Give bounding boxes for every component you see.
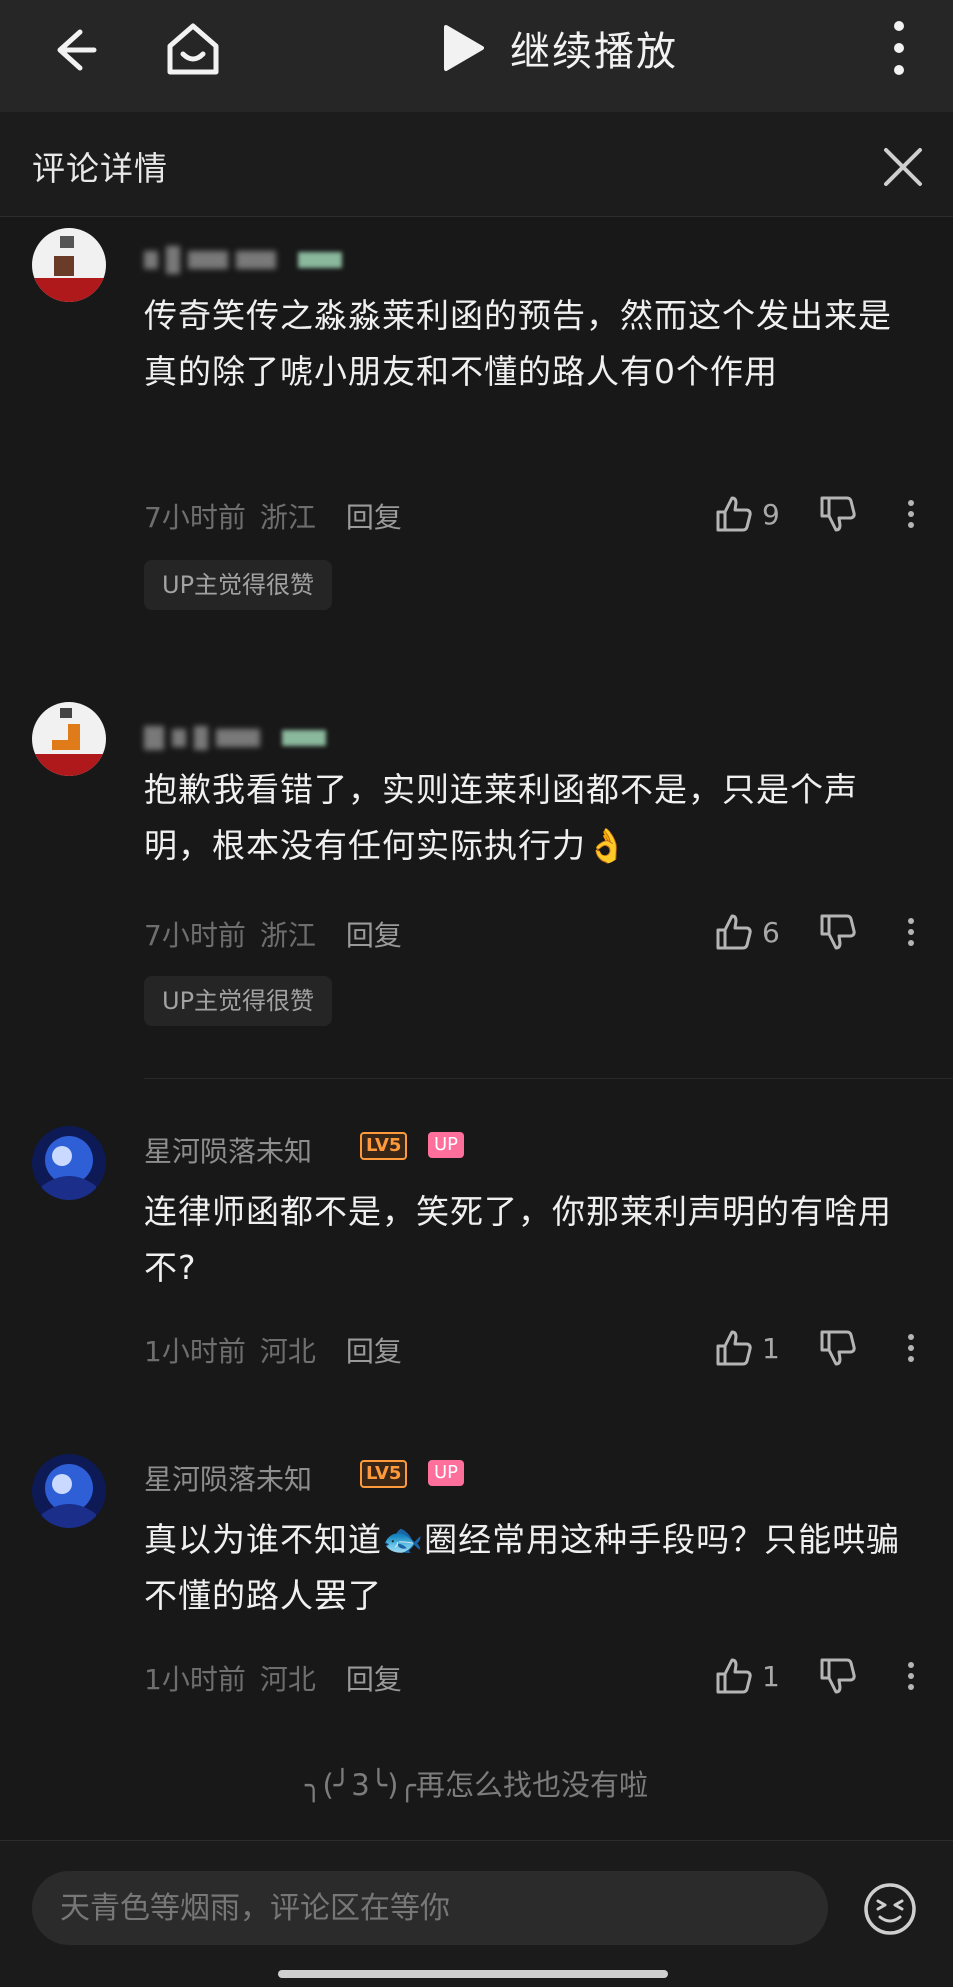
comment-location: 河北 (259, 1663, 316, 1696)
reply-button[interactable]: 回复 (346, 496, 402, 536)
comment-item: 抱歉我看错了，实则连莱利函都不是，只是个声明，根本没有任何实际执行力👌 7小时前… (0, 690, 953, 1080)
comment-more-icon[interactable] (906, 917, 916, 947)
back-arrow-icon[interactable] (44, 22, 100, 78)
like-count: 9 (762, 497, 780, 531)
avatar[interactable] (32, 228, 106, 302)
username[interactable]: 星河陨落未知 (144, 1458, 312, 1498)
more-options-icon[interactable] (886, 18, 912, 78)
avatar[interactable] (32, 1126, 106, 1200)
reply-button[interactable]: 回复 (346, 914, 402, 954)
username-blurred (144, 726, 326, 750)
divider (144, 1078, 953, 1079)
like-count: 1 (762, 1659, 780, 1693)
level-badge: LV5 (360, 1132, 408, 1160)
thumbs-up-icon[interactable] (714, 494, 754, 534)
comment-actions: 1 (714, 1656, 916, 1696)
comment-meta: 1小时前 河北 回复 (144, 1658, 402, 1698)
comment-location: 浙江 (259, 501, 316, 534)
comment-time: 1小时前 (144, 1335, 246, 1368)
close-icon[interactable] (882, 146, 924, 188)
thumbs-down-icon[interactable] (818, 1656, 858, 1696)
username-blurred (144, 246, 342, 274)
comment-item: 传奇笑传之淼淼莱利函的预告，然而这个发出来是真的除了唬小朋友和不懂的路人有0个作… (0, 216, 953, 626)
end-of-list-text: ╮(╯3╰)╭再怎么找也没有啦 (305, 1768, 648, 1802)
up-liked-badge: UP主觉得很赞 (144, 976, 333, 1026)
page-title: 评论详情 (32, 149, 168, 188)
level-badge: LV5 (360, 1460, 408, 1488)
continue-play-label: 继续播放 (510, 29, 678, 75)
home-icon[interactable] (162, 18, 224, 80)
comment-item: 星河陨落未知 LV5 UP 连律师函都不是，笑死了，你那莱利声明的有啥用不? 1… (0, 1120, 953, 1420)
comment-time: 7小时前 (144, 501, 246, 534)
level-badge-blurred (282, 730, 326, 746)
comment-actions: 9 (714, 494, 916, 534)
thumbs-down-icon[interactable] (818, 912, 858, 952)
comment-detail-header: 评论详情 (0, 112, 953, 217)
thumbs-down-icon[interactable] (818, 494, 858, 534)
comment-time: 7小时前 (144, 919, 246, 952)
comment-location: 浙江 (259, 919, 316, 952)
comment-meta: 7小时前 浙江 回复 (144, 914, 402, 954)
thumbs-up-icon[interactable] (714, 1656, 754, 1696)
home-indicator (278, 1970, 668, 1978)
top-bar: 继续播放 (0, 0, 953, 112)
play-icon (444, 25, 484, 71)
thumbs-up-icon[interactable] (714, 912, 754, 952)
comment-location: 河北 (259, 1335, 316, 1368)
comment-more-icon[interactable] (906, 499, 916, 529)
continue-play-button[interactable]: 继续播放 (440, 18, 678, 78)
comment-text: 传奇笑传之淼淼莱利函的预告，然而这个发出来是真的除了唬小朋友和不懂的路人有0个作… (144, 296, 892, 391)
avatar[interactable] (32, 1454, 106, 1528)
comment-time: 1小时前 (144, 1663, 246, 1696)
comment-input[interactable] (32, 1871, 828, 1945)
comment-text: 抱歉我看错了，实则连莱利函都不是，只是个声明，根本没有任何实际执行力👌 (144, 770, 858, 865)
comment-more-icon[interactable] (906, 1333, 916, 1363)
avatar[interactable] (32, 702, 106, 776)
avatar-image (32, 1454, 106, 1528)
comment-text: 真以为谁不知道🐟圈经常用这种手段吗？只能哄骗不懂的路人罢了 (144, 1520, 901, 1615)
comment-actions: 1 (714, 1328, 916, 1368)
comment-meta: 1小时前 河北 回复 (144, 1330, 402, 1370)
comment-input-bar (0, 1840, 953, 1987)
avatar-image (32, 1126, 106, 1200)
avatar-image (32, 702, 106, 776)
reply-button[interactable]: 回复 (346, 1658, 402, 1698)
emoji-icon[interactable] (862, 1881, 918, 1937)
comment-more-icon[interactable] (906, 1661, 916, 1691)
like-count: 6 (762, 915, 780, 949)
up-liked-badge: UP主觉得很赞 (144, 560, 333, 610)
reply-button[interactable]: 回复 (346, 1330, 402, 1370)
up-badge: UP (428, 1460, 465, 1486)
thumbs-up-icon[interactable] (714, 1328, 754, 1368)
up-badge: UP (428, 1132, 465, 1158)
username[interactable]: 星河陨落未知 (144, 1130, 312, 1170)
comment-text: 连律师函都不是，笑死了，你那莱利声明的有啥用不? (144, 1192, 892, 1287)
comment-meta: 7小时前 浙江 回复 (144, 496, 402, 536)
avatar-image (32, 228, 106, 302)
thumbs-down-icon[interactable] (818, 1328, 858, 1368)
comment-actions: 6 (714, 912, 916, 952)
like-count: 1 (762, 1331, 780, 1365)
level-badge-blurred (298, 252, 342, 268)
comment-item: 星河陨落未知 LV5 UP 真以为谁不知道🐟圈经常用这种手段吗？只能哄骗不懂的路… (0, 1448, 953, 1748)
